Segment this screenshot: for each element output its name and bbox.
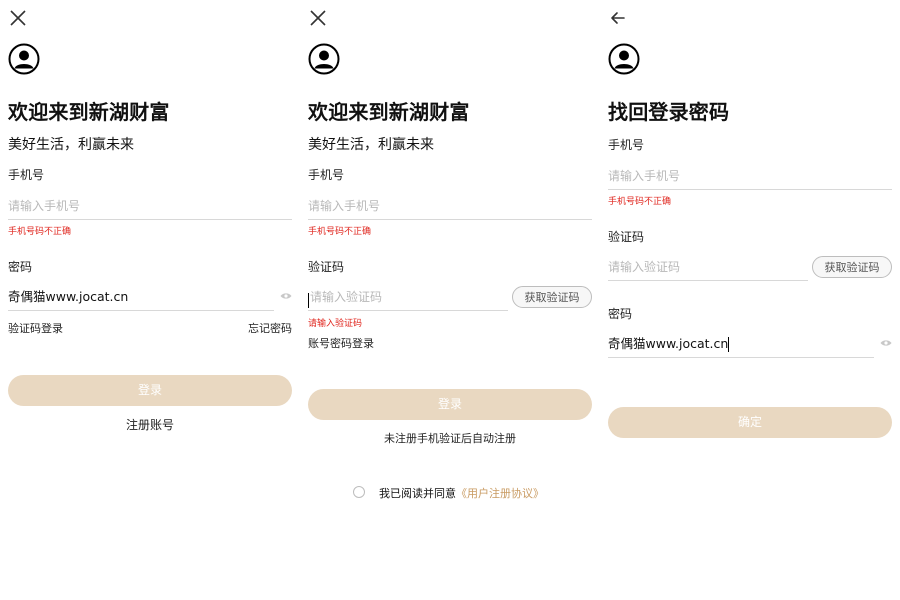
user-circle-icon — [308, 43, 340, 75]
code-login-link[interactable]: 验证码登录 — [8, 320, 63, 336]
get-code-button[interactable]: 获取验证码 — [512, 286, 592, 308]
user-circle-icon — [608, 43, 640, 75]
code-label: 验证码 — [608, 230, 645, 244]
login-button[interactable]: 登录 — [308, 389, 592, 420]
text-cursor — [728, 337, 730, 352]
code-input[interactable] — [310, 286, 506, 308]
phone-error: 手机号码不正确 — [308, 227, 372, 237]
page-subtitle: 美好生活，利赢未来 — [8, 137, 134, 153]
password-label: 密码 — [8, 260, 33, 274]
password-login-link[interactable]: 账号密码登录 — [308, 335, 374, 351]
code-underline — [608, 280, 808, 281]
password-underline — [608, 357, 874, 358]
phone-underline — [8, 219, 292, 220]
code-login-panel: 欢迎来到新湖财富 美好生活，利赢未来 手机号 手机号码不正确 验证码 获取验证码… — [308, 0, 592, 600]
text-cursor — [308, 290, 309, 308]
close-icon[interactable] — [8, 8, 28, 28]
login-button[interactable]: 登录 — [8, 375, 292, 406]
user-circle-icon — [8, 43, 40, 75]
phone-underline — [308, 219, 592, 220]
confirm-button[interactable]: 确定 — [608, 407, 892, 438]
password-input[interactable]: 奇偶猫www.jocat.cn — [8, 286, 274, 308]
page-title: 欢迎来到新湖财富 — [8, 100, 170, 124]
get-code-button[interactable]: 获取验证码 — [812, 256, 892, 278]
code-error: 请输入验证码 — [308, 319, 363, 329]
reset-password-panel: 找回登录密码 手机号 手机号码不正确 验证码 获取验证码 密码 奇偶猫www.j… — [608, 0, 892, 600]
agreement-text: 我已阅读并同意 — [379, 487, 456, 500]
password-value: 奇偶猫www.jocat.cn — [608, 336, 729, 351]
phone-error: 手机号码不正确 — [8, 227, 72, 237]
code-input[interactable] — [608, 256, 806, 278]
auto-register-note: 未注册手机验证后自动注册 — [384, 432, 516, 445]
phone-input[interactable] — [8, 195, 292, 217]
forgot-password-link[interactable]: 忘记密码 — [248, 320, 292, 336]
password-underline — [8, 310, 274, 311]
page-title: 找回登录密码 — [608, 100, 730, 124]
eye-icon[interactable] — [880, 339, 892, 347]
phone-input[interactable] — [308, 195, 592, 217]
code-label: 验证码 — [308, 260, 345, 274]
phone-label: 手机号 — [608, 138, 645, 152]
page-subtitle: 美好生活，利赢未来 — [308, 137, 434, 153]
register-link[interactable]: 注册账号 — [8, 416, 292, 433]
phone-underline — [608, 189, 892, 190]
phone-input[interactable] — [608, 165, 892, 187]
password-login-panel: 欢迎来到新湖财富 美好生活，利赢未来 手机号 手机号码不正确 密码 奇偶猫www… — [8, 0, 292, 600]
agreement-link[interactable]: 《用户注册协议》 — [456, 487, 544, 500]
code-underline — [308, 310, 508, 311]
close-icon[interactable] — [308, 8, 328, 28]
agreement-checkbox[interactable] — [353, 486, 365, 498]
arrow-left-icon[interactable] — [608, 8, 628, 28]
phone-label: 手机号 — [8, 168, 45, 182]
phone-error: 手机号码不正确 — [608, 197, 672, 207]
eye-icon[interactable] — [280, 292, 292, 300]
password-input[interactable]: 奇偶猫www.jocat.cn — [608, 333, 874, 355]
phone-label: 手机号 — [308, 168, 345, 182]
agreement-line: 我已阅读并同意《用户注册协议》 — [379, 485, 544, 501]
password-label: 密码 — [608, 307, 633, 321]
page-title: 欢迎来到新湖财富 — [308, 100, 470, 124]
